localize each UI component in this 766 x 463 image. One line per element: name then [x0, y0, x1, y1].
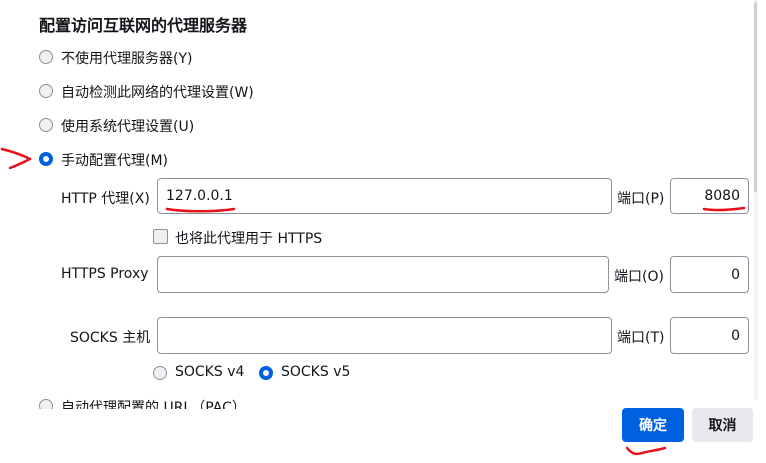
annotation-underline-ok: [625, 446, 667, 456]
radio-auto-config[interactable]: [39, 399, 53, 409]
https-proxy-input[interactable]: [157, 256, 609, 293]
scrollbar[interactable]: [754, 0, 758, 400]
http-proxy-label: HTTP 代理(X): [61, 191, 150, 207]
ok-button[interactable]: 确定: [622, 408, 684, 442]
radio-manual-proxy-label[interactable]: 手动配置代理(M): [61, 150, 168, 170]
socks-host-label: SOCKS 主机: [70, 330, 151, 346]
radio-manual-proxy[interactable]: [39, 152, 53, 166]
radio-system-proxy-label[interactable]: 使用系统代理设置(U): [61, 116, 194, 136]
http-port-label: 端口(P): [617, 191, 665, 207]
annotation-underline-port: [702, 206, 746, 212]
socks-port-label: 端口(T): [617, 330, 665, 346]
radio-no-proxy[interactable]: [39, 50, 53, 64]
radio-socks-v5-label[interactable]: SOCKS v5: [281, 364, 350, 380]
radio-auto-config-label[interactable]: 自动代理配置的 URL（PAC）: [61, 397, 246, 409]
radio-auto-detect[interactable]: [39, 84, 53, 98]
also-https-checkbox[interactable]: [153, 229, 168, 244]
socks-host-input[interactable]: [157, 317, 612, 354]
radio-auto-detect-label[interactable]: 自动检测此网络的代理设置(W): [61, 82, 254, 102]
https-proxy-label: HTTPS Proxy: [61, 266, 149, 282]
cancel-button[interactable]: 取消: [692, 408, 753, 442]
socks-port-input[interactable]: 0: [670, 317, 749, 354]
auto-config-row: 自动代理配置的 URL（PAC）: [0, 394, 766, 409]
radio-socks-v4-label[interactable]: SOCKS v4: [175, 364, 244, 380]
scrollbar-thumb[interactable]: [754, 2, 757, 192]
https-port-input[interactable]: 0: [670, 256, 749, 293]
annotation-underline-http: [165, 207, 236, 213]
radio-socks-v4[interactable]: [153, 366, 167, 380]
dialog-title: 配置访问互联网的代理服务器: [39, 16, 248, 35]
radio-system-proxy[interactable]: [39, 118, 53, 132]
radio-no-proxy-label[interactable]: 不使用代理服务器(Y): [61, 48, 192, 68]
annotation-arrow-mark: [0, 147, 32, 170]
also-https-label[interactable]: 也将此代理用于 HTTPS: [175, 228, 322, 248]
https-port-label: 端口(O): [614, 269, 664, 285]
radio-socks-v5[interactable]: [259, 366, 273, 380]
